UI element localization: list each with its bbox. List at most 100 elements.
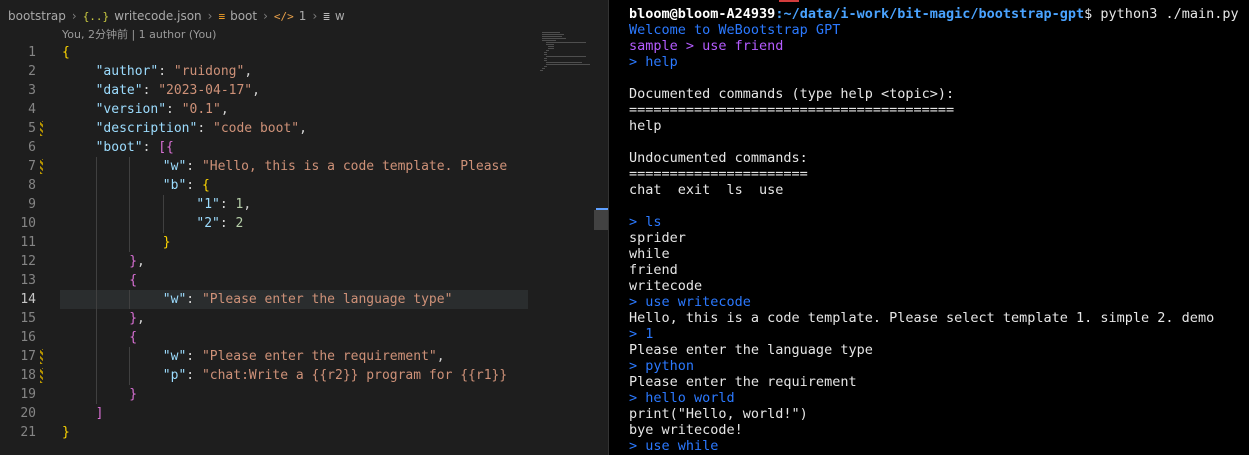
git-blame-annotation[interactable]: You, 2分钟前 | 1 author (You)	[62, 26, 216, 42]
prompt-command: $ python3 ./main.py	[1084, 6, 1239, 22]
line-number[interactable]: 13	[0, 271, 36, 290]
minimap-line	[546, 64, 590, 65]
breadcrumb-item-w[interactable]: ≣ w	[323, 9, 344, 23]
code-text: "date": "2023-04-17",	[96, 81, 260, 100]
code-line[interactable]: 9 "1": 1,	[0, 195, 530, 214]
code-line[interactable]: 11}	[0, 233, 530, 252]
code-line[interactable]: 20]	[0, 404, 530, 423]
code-text: {	[129, 328, 137, 347]
line-number[interactable]: 3	[0, 81, 36, 100]
terminal-prompt-line: bloom@bloom-A24939:~/data/i-work/bit-mag…	[629, 6, 1239, 22]
indent-guide	[95, 252, 97, 271]
code-token: ,	[244, 64, 253, 79]
code-area[interactable]: 1{2 "author": "ruidong", 3 "date": "2023-04…	[0, 43, 530, 442]
code-token: {	[62, 45, 70, 60]
code-line[interactable]: 2 "author": "ruidong",	[0, 62, 530, 81]
code-token: }	[129, 387, 138, 402]
minimap-line	[544, 66, 547, 67]
modified-line-gutter-marker[interactable]	[40, 349, 43, 364]
minimap-line	[540, 70, 543, 71]
code-line[interactable]: 18 "p": "chat:Write a {{r2}} program for …	[0, 366, 530, 385]
code-text: "p": "chat:Write a {{r2}} program for {{…	[163, 366, 507, 385]
line-number[interactable]: 8	[0, 176, 36, 195]
breadcrumb-item-bootstrap[interactable]: bootstrap	[8, 9, 66, 23]
prompt-user: bloom@bloom-A24939	[629, 6, 776, 22]
modified-line-gutter-marker[interactable]	[40, 159, 43, 174]
code-token: "2023-04-17"	[158, 83, 253, 98]
code-line[interactable]: 4 "version": "0.1",	[0, 100, 530, 119]
code-token: }	[129, 311, 138, 326]
code-token: "w"	[162, 159, 187, 174]
line-number[interactable]: 19	[0, 385, 36, 404]
breadcrumb-item-boot[interactable]: ≡ boot	[218, 9, 257, 23]
code-line[interactable]: 21}	[0, 423, 530, 442]
terminal-output-line: sprider	[629, 230, 686, 246]
code-token: "date"	[95, 83, 143, 98]
line-number[interactable]: 11	[0, 233, 36, 252]
line-number[interactable]: 9	[0, 195, 36, 214]
code-line[interactable]: 7 "w": "Hello, this is a code template. P…	[0, 157, 530, 176]
code-text: "w": "Please enter the requirement",	[163, 347, 445, 366]
line-number[interactable]: 16	[0, 328, 36, 347]
code-line[interactable]: 8 "b": {	[0, 176, 530, 195]
terminal-output-line: Welcome to WeBootstrap GPT	[629, 22, 841, 38]
terminal-pane[interactable]: bloom@bloom-A24939:~/data/i-work/bit-mag…	[608, 0, 1249, 455]
indent-guide	[95, 328, 97, 347]
code-line[interactable]: 3 "date": "2023-04-17",	[0, 81, 530, 100]
indent-guide	[95, 309, 97, 328]
minimap-line	[548, 46, 554, 47]
line-number[interactable]: 10	[0, 214, 36, 233]
terminal-output-line: > use while	[629, 438, 719, 454]
breadcrumb-item-file[interactable]: {..} writecode.json	[83, 9, 202, 23]
code-line[interactable]: 16 {	[0, 328, 530, 347]
code-token: :	[186, 292, 202, 307]
line-number[interactable]: 4	[0, 100, 36, 119]
code-text: "w": "Please enter the language type"	[163, 290, 453, 309]
vertical-scrollbar[interactable]	[594, 210, 608, 230]
code-line[interactable]: 10 "2": 2	[0, 214, 530, 233]
terminal-tab-indicator	[779, 0, 799, 2]
terminal-output-line: writecode	[629, 278, 703, 294]
code-line[interactable]: 6 "boot": [{	[0, 138, 530, 157]
code-line[interactable]: 13 {	[0, 271, 530, 290]
code-token: :	[142, 140, 159, 155]
code-line[interactable]: 5 "description": "code boot",	[0, 119, 530, 138]
code-line[interactable]: 14 "w": "Please enter the language type"	[0, 290, 530, 309]
line-number[interactable]: 18	[0, 366, 36, 385]
code-line[interactable]: 12},	[0, 252, 530, 271]
line-number[interactable]: 17	[0, 347, 36, 366]
code-line[interactable]: 15},	[0, 309, 530, 328]
terminal-output-line: > use writecode	[629, 294, 751, 310]
line-number[interactable]: 1	[0, 43, 36, 62]
line-number[interactable]: 15	[0, 309, 36, 328]
code-token: }	[62, 425, 70, 440]
line-number[interactable]: 7	[0, 157, 36, 176]
breadcrumb-item-1[interactable]: </> 1	[274, 9, 307, 23]
code-token: {	[166, 140, 174, 155]
terminal-output-line: Please enter the requirement	[629, 374, 857, 390]
indent-guide	[129, 176, 131, 195]
line-number[interactable]: 12	[0, 252, 36, 271]
line-number[interactable]: 5	[0, 119, 36, 138]
modified-line-gutter-marker[interactable]	[40, 368, 43, 383]
minimap-line	[546, 56, 586, 57]
modified-line-gutter-marker[interactable]	[40, 121, 43, 136]
line-number[interactable]: 6	[0, 138, 36, 157]
code-line[interactable]: 1{	[0, 43, 530, 62]
code-text: }	[62, 423, 70, 442]
line-number[interactable]: 21	[0, 423, 36, 442]
object-symbol-icon: </>	[273, 10, 294, 23]
minimap-line	[542, 38, 566, 39]
indent-guide	[129, 290, 131, 309]
line-number[interactable]: 20	[0, 404, 36, 423]
editor-pane[interactable]: bootstrap › {..} writecode.json › ≡ boot ›…	[0, 0, 608, 455]
code-token: {	[129, 330, 138, 345]
code-line[interactable]: 17 "w": "Please enter the requirement",	[0, 347, 530, 366]
minimap[interactable]	[530, 28, 608, 228]
code-text: "version": "0.1",	[96, 100, 229, 119]
line-number[interactable]: 14	[0, 290, 36, 309]
line-number[interactable]: 2	[0, 62, 36, 81]
code-line[interactable]: 19}	[0, 385, 530, 404]
code-token: :	[186, 349, 202, 364]
minimap-line	[546, 50, 549, 51]
